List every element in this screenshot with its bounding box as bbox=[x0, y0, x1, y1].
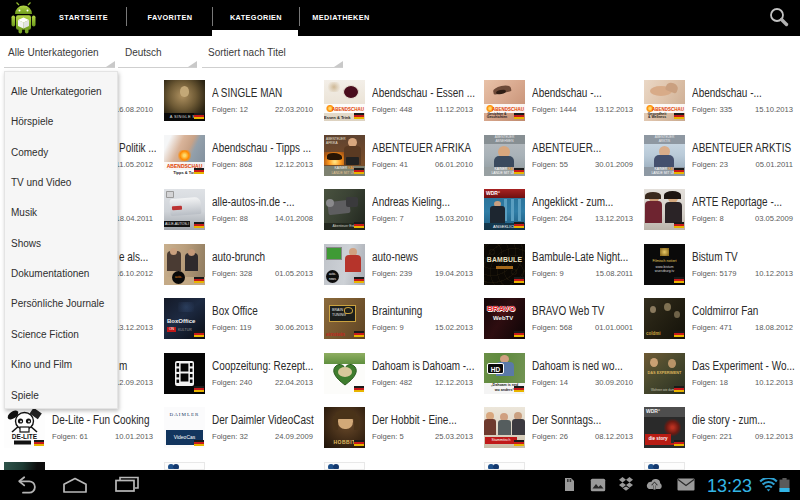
svg-text:DE-LITE: DE-LITE bbox=[12, 433, 38, 440]
